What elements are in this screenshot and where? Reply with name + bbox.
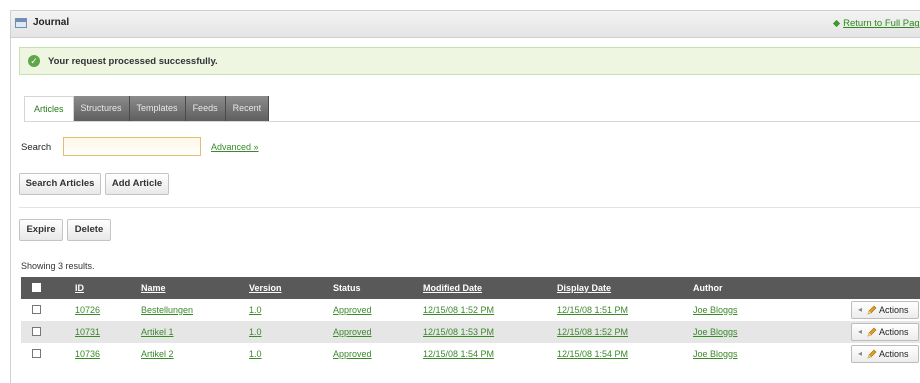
row-checkbox[interactable]	[32, 327, 41, 336]
row-id[interactable]: 10726	[75, 305, 100, 315]
column-header-modified-date[interactable]: Modified Date	[423, 283, 482, 293]
tab-underline	[24, 121, 920, 122]
tab-recent[interactable]: Recent	[225, 96, 270, 121]
row-author[interactable]: Joe Bloggs	[693, 305, 738, 315]
row-version[interactable]: 1.0	[249, 349, 262, 359]
search-input[interactable]	[63, 137, 201, 156]
row-actions-button[interactable]: ◂ Actions	[851, 301, 919, 319]
row-display-date[interactable]: 12/15/08 1:52 PM	[557, 327, 628, 337]
portlet-titlebar: Journal ◆ Return to Full Page	[11, 11, 920, 38]
pencil-icon	[867, 305, 877, 315]
search-label: Search	[21, 142, 52, 153]
chevron-left-icon: ◂	[858, 327, 863, 336]
expire-button[interactable]: Expire	[19, 219, 63, 241]
return-link-label: Return to Full Page	[843, 18, 920, 29]
column-header-author: Author	[693, 283, 723, 293]
table-row: 10726 Bestellungen 1.0 Approved 12/15/08…	[21, 299, 920, 321]
column-header-version[interactable]: Version	[249, 283, 282, 293]
row-actions-label: Actions	[879, 327, 909, 337]
row-actions-label: Actions	[879, 305, 909, 315]
row-actions-button[interactable]: ◂ Actions	[851, 323, 919, 341]
return-arrow-icon: ◆	[832, 18, 841, 29]
return-to-full-page-link[interactable]: ◆ Return to Full Page	[833, 18, 920, 29]
chevron-left-icon: ◂	[858, 349, 863, 358]
window-icon	[15, 18, 27, 28]
row-display-date[interactable]: 12/15/08 1:51 PM	[557, 305, 628, 315]
table-row: 10731 Artikel 1 1.0 Approved 12/15/08 1:…	[21, 321, 920, 343]
row-status[interactable]: Approved	[333, 327, 372, 337]
row-checkbox[interactable]	[32, 349, 41, 358]
advanced-search-link[interactable]: Advanced »	[211, 142, 259, 152]
row-checkbox[interactable]	[32, 305, 41, 314]
row-modified-date[interactable]: 12/15/08 1:52 PM	[423, 305, 494, 315]
pencil-icon	[867, 327, 877, 337]
row-author[interactable]: Joe Bloggs	[693, 349, 738, 359]
row-status[interactable]: Approved	[333, 305, 372, 315]
success-message: Your request processed successfully.	[48, 56, 218, 67]
tab-bar: Articles Structures Templates Feeds Rece…	[24, 96, 270, 121]
row-modified-date[interactable]: 12/15/08 1:53 PM	[423, 327, 494, 337]
chevron-left-icon: ◂	[858, 305, 863, 314]
search-articles-button[interactable]: Search Articles	[19, 173, 101, 195]
pencil-icon	[867, 349, 877, 359]
journal-portlet: Journal ◆ Return to Full Page ✓ Your requ…	[10, 10, 920, 383]
tab-articles[interactable]: Articles	[24, 96, 74, 121]
row-version[interactable]: 1.0	[249, 327, 262, 337]
row-name[interactable]: Artikel 1	[141, 327, 174, 337]
row-author[interactable]: Joe Bloggs	[693, 327, 738, 337]
row-status[interactable]: Approved	[333, 349, 372, 359]
select-all-checkbox[interactable]	[32, 283, 41, 292]
row-version[interactable]: 1.0	[249, 305, 262, 315]
check-icon: ✓	[28, 55, 40, 67]
tab-structures[interactable]: Structures	[73, 96, 130, 121]
row-actions-button[interactable]: ◂ Actions	[851, 345, 919, 363]
delete-button[interactable]: Delete	[67, 219, 111, 241]
column-header-id[interactable]: ID	[75, 283, 84, 293]
row-id[interactable]: 10731	[75, 327, 100, 337]
add-article-button[interactable]: Add Article	[105, 173, 169, 195]
row-name[interactable]: Bestellungen	[141, 305, 193, 315]
articles-table: ID Name Version Status Modified Date Dis…	[21, 277, 920, 365]
tab-feeds[interactable]: Feeds	[185, 96, 226, 121]
column-header-display-date[interactable]: Display Date	[557, 283, 611, 293]
results-summary: Showing 3 results.	[21, 261, 95, 271]
column-header-status: Status	[333, 283, 361, 293]
column-header-name[interactable]: Name	[141, 283, 166, 293]
portlet-title: Journal	[33, 17, 70, 28]
row-id[interactable]: 10736	[75, 349, 100, 359]
row-actions-label: Actions	[879, 349, 909, 359]
success-message-box: ✓ Your request processed successfully.	[19, 47, 920, 75]
table-header: ID Name Version Status Modified Date Dis…	[21, 277, 920, 299]
row-modified-date[interactable]: 12/15/08 1:54 PM	[423, 349, 494, 359]
row-display-date[interactable]: 12/15/08 1:54 PM	[557, 349, 628, 359]
row-name[interactable]: Artikel 2	[141, 349, 174, 359]
tab-templates[interactable]: Templates	[129, 96, 186, 121]
divider	[19, 207, 920, 208]
table-row: 10736 Artikel 2 1.0 Approved 12/15/08 1:…	[21, 343, 920, 365]
